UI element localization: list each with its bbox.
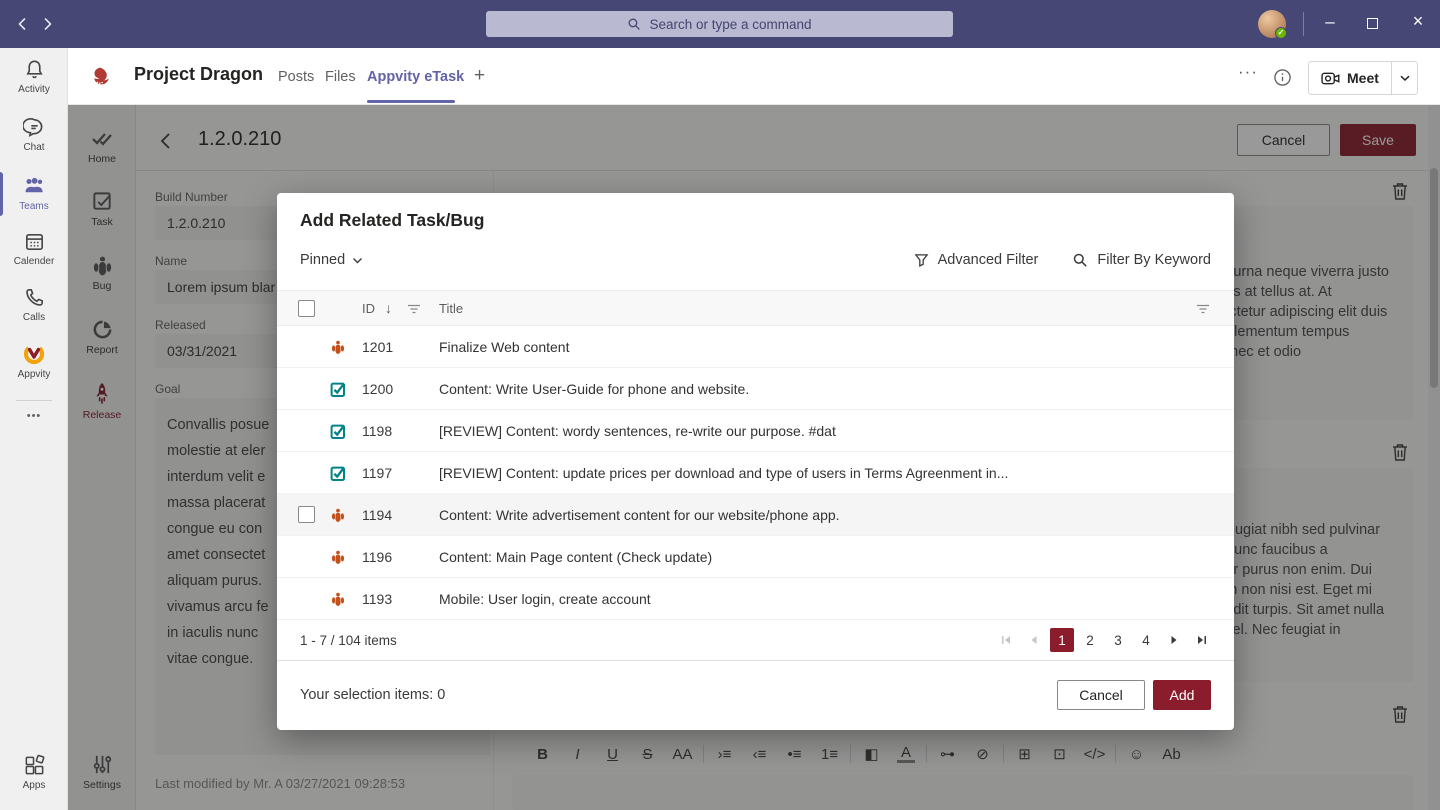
tab-files[interactable]: Files — [325, 69, 356, 85]
teams-people-icon — [0, 174, 68, 198]
filter-by-keyword-button[interactable]: Filter By Keyword — [1072, 252, 1211, 268]
sidebar-item-teams[interactable]: Teams — [0, 174, 68, 212]
funnel-icon — [914, 252, 929, 268]
app-window: Search or type a command ✓ – × Activity … — [0, 0, 1440, 810]
id-filter-icon[interactable] — [407, 304, 421, 314]
search-icon — [1072, 252, 1088, 268]
title-bar: Search or type a command ✓ – × — [0, 0, 1440, 48]
bug-icon — [330, 339, 346, 355]
chat-icon — [0, 116, 68, 139]
team-logo — [86, 63, 114, 91]
chevron-down-icon — [352, 257, 363, 264]
page-button-3[interactable]: 3 — [1106, 628, 1130, 652]
modal-footer: Your selection items: 0 Cancel Add — [277, 660, 1234, 730]
table-row[interactable]: 1197 [REVIEW] Content: update prices per… — [277, 452, 1234, 494]
minimize-button[interactable]: – — [1320, 12, 1340, 32]
titlebar-divider — [1303, 12, 1304, 36]
search-placeholder: Search or type a command — [649, 17, 811, 32]
bug-icon — [330, 591, 346, 607]
title-filter-icon[interactable] — [1196, 304, 1210, 314]
previous-page-icon[interactable] — [1022, 628, 1046, 652]
column-header-id[interactable]: ID — [362, 301, 375, 316]
table-row[interactable]: 1196 Content: Main Page content (Check u… — [277, 536, 1234, 578]
page-button-4[interactable]: 4 — [1134, 628, 1158, 652]
select-all-checkbox[interactable] — [298, 300, 315, 317]
sidebar-item-chat[interactable]: Chat — [0, 116, 68, 153]
appvity-logo-icon — [0, 342, 68, 366]
task-icon — [330, 381, 346, 397]
active-tab-underline — [367, 100, 455, 103]
team-name: Project Dragon — [134, 64, 263, 85]
table-row[interactable]: 1194 Content: Write advertisement conten… — [277, 494, 1234, 536]
page-button-2[interactable]: 2 — [1078, 628, 1102, 652]
table-row[interactable]: 1198 [REVIEW] Content: wordy sentences, … — [277, 410, 1234, 452]
meet-dropdown-chevron-icon[interactable] — [1399, 74, 1411, 82]
tab-posts[interactable]: Posts — [278, 69, 314, 85]
rail-divider — [16, 400, 52, 401]
close-button[interactable]: × — [1408, 11, 1428, 32]
sidebar-item-appvity[interactable]: Appvity — [0, 342, 68, 380]
add-tab-button[interactable]: + — [474, 65, 485, 87]
teams-rail: Activity Chat Teams Calender Calls — [0, 48, 68, 810]
task-icon — [330, 465, 346, 481]
next-page-icon[interactable] — [1162, 628, 1186, 652]
first-page-icon[interactable] — [994, 628, 1018, 652]
camera-icon — [1321, 71, 1340, 86]
page-button-1[interactable]: 1 — [1050, 628, 1074, 652]
team-header: Project Dragon Posts Files Appvity eTask… — [68, 48, 1440, 105]
table-row[interactable]: 1193 Mobile: User login, create account — [277, 578, 1234, 620]
pinned-dropdown[interactable]: Pinned — [300, 252, 363, 268]
last-page-icon[interactable] — [1190, 628, 1214, 652]
add-related-task-modal: Add Related Task/Bug Pinned Advanced Fil… — [277, 193, 1234, 730]
search-input[interactable]: Search or type a command — [486, 11, 953, 37]
bell-icon — [0, 58, 68, 81]
tab-appvity-etask[interactable]: Appvity eTask — [367, 69, 464, 85]
meet-button[interactable]: Meet — [1308, 61, 1418, 95]
table-row[interactable]: 1201 Finalize Web content — [277, 326, 1234, 368]
sidebar-item-activity[interactable]: Activity — [0, 58, 68, 95]
info-icon[interactable] — [1273, 68, 1292, 87]
calendar-icon — [0, 230, 68, 253]
nav-back-icon[interactable] — [14, 15, 32, 33]
meet-label: Meet — [1347, 70, 1379, 86]
sort-descending-icon[interactable]: ↓ — [385, 300, 392, 316]
more-options-icon[interactable]: ··· — [1238, 62, 1258, 82]
bug-icon — [330, 507, 346, 523]
sidebar-item-apps[interactable]: Apps — [0, 754, 68, 791]
nav-forward-icon[interactable] — [38, 15, 56, 33]
pagination-row: 1 - 7 / 104 items 1 2 3 4 — [277, 620, 1234, 660]
sidebar-item-calendar[interactable]: Calender — [0, 230, 68, 267]
filter-actions: Advanced Filter Filter By Keyword — [914, 252, 1211, 268]
task-icon — [330, 423, 346, 439]
phone-icon — [0, 286, 68, 309]
row-checkbox[interactable] — [298, 506, 315, 523]
items-count: 1 - 7 / 104 items — [300, 633, 397, 648]
modal-title: Add Related Task/Bug — [300, 210, 484, 231]
table-row[interactable]: 1200 Content: Write User-Guide for phone… — [277, 368, 1234, 410]
modal-add-button[interactable]: Add — [1153, 680, 1211, 710]
sidebar-item-calls[interactable]: Calls — [0, 286, 68, 323]
advanced-filter-button[interactable]: Advanced Filter — [914, 252, 1039, 268]
pager: 1 2 3 4 — [994, 628, 1214, 652]
bug-icon — [330, 549, 346, 565]
search-icon — [627, 17, 641, 31]
maximize-button[interactable] — [1367, 18, 1378, 29]
table-header: ID ↓ Title — [277, 290, 1234, 326]
status-available-icon: ✓ — [1275, 27, 1287, 39]
column-header-title[interactable]: Title — [439, 301, 463, 316]
more-apps-icon[interactable]: ••• — [0, 410, 68, 422]
apps-icon — [0, 754, 68, 777]
selection-count-text: Your selection items: 0 — [300, 687, 445, 703]
modal-cancel-button[interactable]: Cancel — [1057, 680, 1145, 710]
